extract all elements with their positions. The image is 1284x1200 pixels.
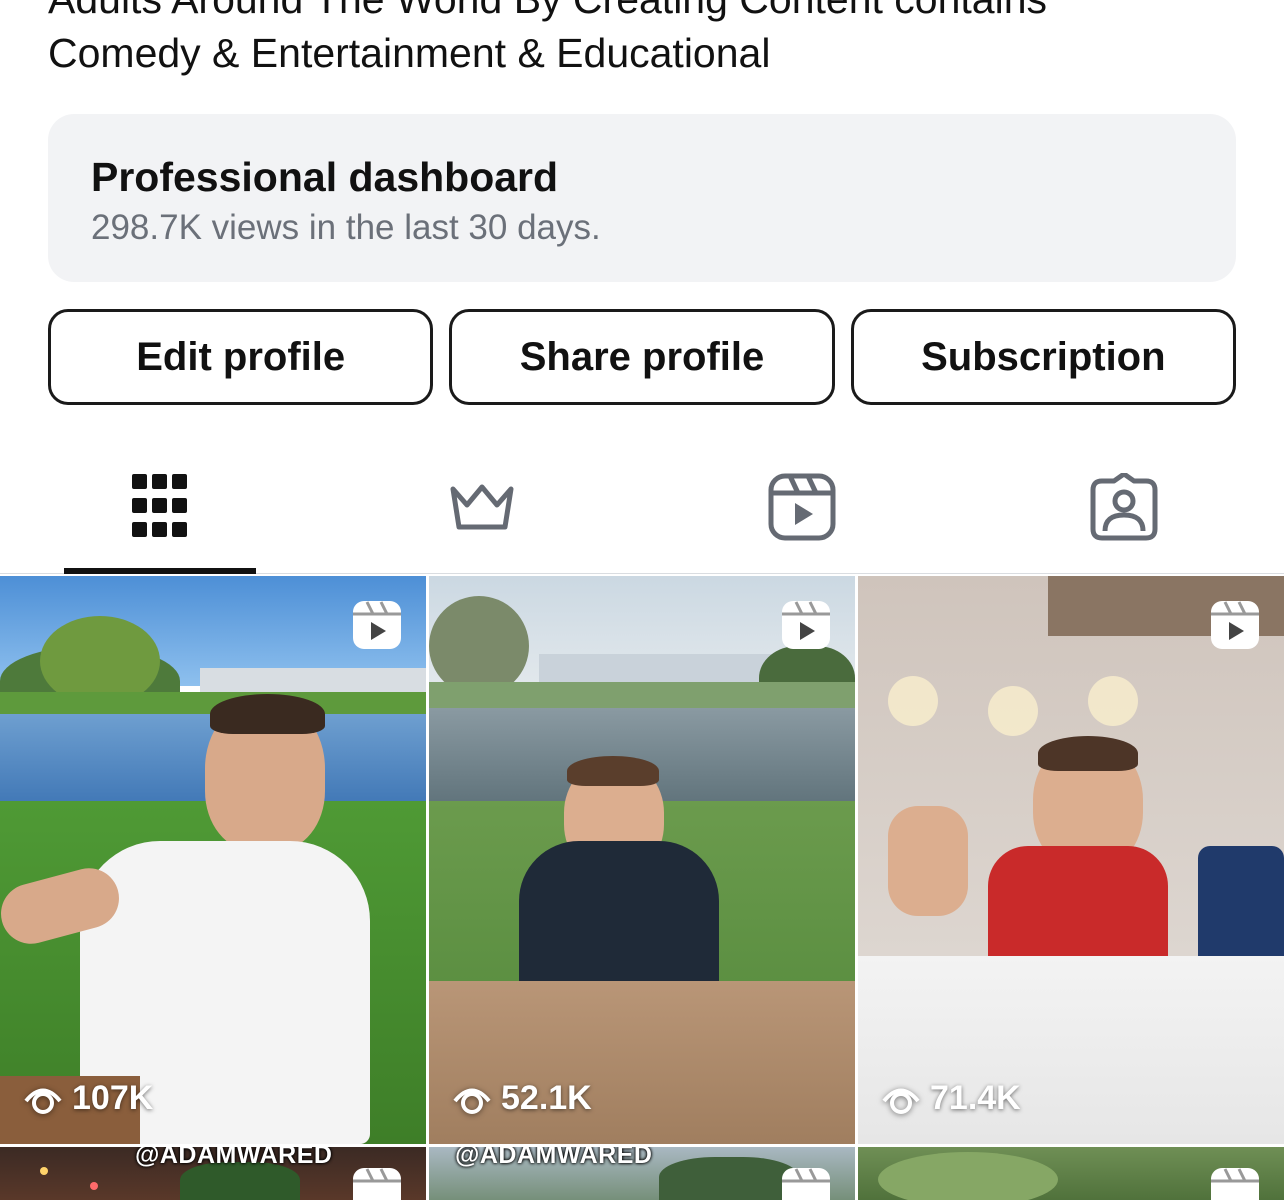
- post-tile[interactable]: @ADAMWARED: [0, 1147, 426, 1200]
- view-count-label: 52.1K: [501, 1079, 592, 1117]
- profile-bio: Adults Around The World By Creating Cont…: [48, 0, 1238, 80]
- post-thumbnail: [0, 576, 426, 1144]
- post-watermark: @ADAMWARED: [455, 1147, 653, 1169]
- view-count-label: 71.4K: [930, 1079, 1021, 1117]
- grid-icon: [132, 474, 187, 537]
- post-tile[interactable]: 107K: [0, 576, 426, 1144]
- post-thumbnail: [429, 576, 855, 1144]
- reel-badge-icon: [782, 1168, 830, 1200]
- tagged-icon: [1090, 473, 1158, 541]
- view-count: 107K: [24, 1079, 153, 1118]
- reel-badge-icon: [782, 601, 830, 649]
- profile-actions: Edit profile Share profile Subscription: [48, 309, 1236, 405]
- tab-posts-grid[interactable]: [64, 440, 256, 574]
- edit-profile-button[interactable]: Edit profile: [48, 309, 434, 405]
- post-tile[interactable]: [858, 1147, 1284, 1200]
- eye-icon: [882, 1088, 920, 1114]
- post-thumbnail: [858, 576, 1284, 1144]
- bio-line-2: Comedy & Entertainment & Educational: [48, 30, 771, 76]
- reels-icon: [768, 473, 836, 541]
- tab-tagged[interactable]: [1028, 440, 1220, 574]
- dashboard-subtitle: 298.7K views in the last 30 days.: [91, 208, 601, 247]
- eye-icon: [24, 1088, 62, 1114]
- eye-icon: [453, 1088, 491, 1114]
- view-count-label: 107K: [72, 1079, 154, 1117]
- professional-dashboard-card[interactable]: Professional dashboard 298.7K views in t…: [48, 114, 1236, 282]
- crown-icon: [450, 484, 514, 530]
- tab-reels[interactable]: [706, 440, 898, 574]
- subscription-button[interactable]: Subscription: [850, 309, 1236, 405]
- tab-subscriber-content[interactable]: [386, 440, 578, 574]
- reel-badge-icon: [353, 601, 401, 649]
- post-tile[interactable]: 71.4K: [858, 576, 1284, 1144]
- reel-badge-icon: [353, 1168, 401, 1200]
- post-tile[interactable]: 52.1K: [429, 576, 855, 1144]
- share-profile-button[interactable]: Share profile: [449, 309, 835, 405]
- bio-line-1: Adults Around The World By Creating Cont…: [48, 0, 1238, 26]
- post-watermark: @ADAMWARED: [135, 1147, 333, 1169]
- reel-badge-icon: [1211, 1168, 1259, 1200]
- view-count: 71.4K: [882, 1079, 1021, 1118]
- post-tile[interactable]: @ADAMWARED: [429, 1147, 855, 1200]
- view-count: 52.1K: [453, 1079, 592, 1118]
- dashboard-title: Professional dashboard: [91, 154, 559, 200]
- reel-badge-icon: [1211, 601, 1259, 649]
- profile-tabs: [0, 440, 1284, 574]
